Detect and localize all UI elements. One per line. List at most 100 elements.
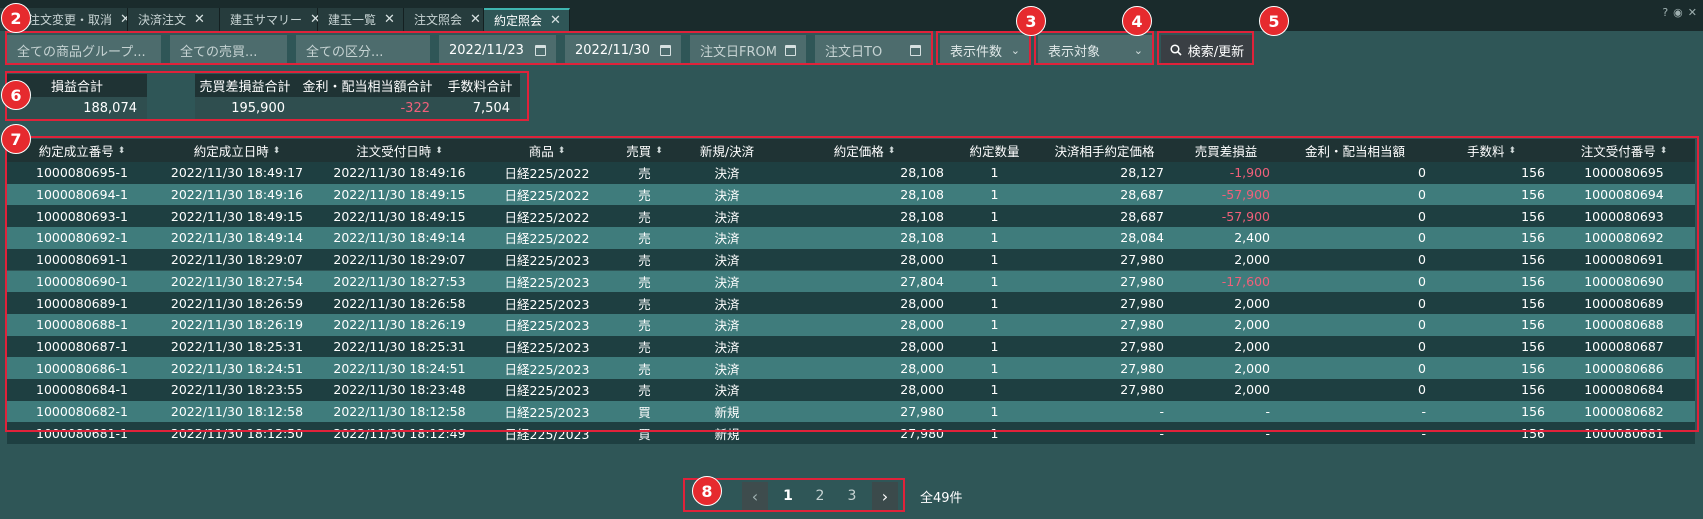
badge-2: 2 <box>1 3 31 33</box>
table-cell: 28,000 <box>900 338 944 354</box>
table-cell: 売 <box>638 166 651 182</box>
search-refresh-button[interactable]: 検索/更新 <box>1161 35 1253 65</box>
page-2[interactable]: 2 <box>810 482 830 510</box>
table-cell: 156 <box>1521 165 1545 181</box>
table-cell: 1 <box>990 404 999 420</box>
table-row[interactable]: 1000080693-1 2022/11/30 18:49:15 2022/11/3… <box>7 205 1695 228</box>
sort-icon[interactable]: ⬍ <box>435 146 443 156</box>
category-select[interactable]: 全ての区分... <box>296 35 430 65</box>
table-row[interactable]: 1000080694-1 2022/11/30 18:49:16 2022/11/3… <box>7 183 1695 206</box>
table-cell: 1000080690-1 <box>36 273 128 289</box>
close-window-icon[interactable]: ✕ <box>1688 6 1697 19</box>
table-row[interactable]: 1000080681-1 2022/11/30 18:12:50 2022/11/3… <box>7 422 1695 445</box>
order-date-from-input[interactable]: 注文日FROM <box>690 35 806 65</box>
table-cell: 27,980 <box>1120 382 1164 398</box>
table-cell: 0 <box>1418 295 1426 311</box>
calendar-icon[interactable] <box>785 44 796 56</box>
date-from-input[interactable]: 2022/11/23 <box>439 35 556 65</box>
table-cell: 日経225/2022 <box>504 209 590 225</box>
table-cell: 2022/11/30 18:25:31 <box>170 338 304 354</box>
column-header[interactable]: 手数料 ⬍ <box>1430 139 1553 162</box>
table-cell: 2022/11/30 18:49:14 <box>170 230 304 246</box>
table-cell: 決済 <box>714 231 740 247</box>
column-header[interactable]: 約定価格 ⬍ <box>777 139 952 162</box>
table-cell: 2,000 <box>1234 295 1270 311</box>
table-cell: 決済 <box>714 253 740 269</box>
calendar-icon[interactable] <box>910 44 921 56</box>
tab-2[interactable]: 建玉サマリー ✕ <box>220 8 321 31</box>
calendar-icon[interactable] <box>660 44 671 56</box>
table-row[interactable]: 1000080682-1 2022/11/30 18:12:58 2022/11/3… <box>7 400 1695 423</box>
eye-icon[interactable]: ◉ <box>1673 6 1683 19</box>
table-cell: 2022/11/30 18:49:16 <box>170 187 304 203</box>
sort-icon[interactable]: ⬍ <box>1508 146 1516 156</box>
column-header[interactable]: 売買 ⬍ <box>612 139 677 162</box>
table-row[interactable]: 1000080686-1 2022/11/30 18:24:51 2022/11/3… <box>7 357 1695 379</box>
page-1[interactable]: 1 <box>778 482 798 510</box>
tab-3[interactable]: 建玉一覧 ✕ <box>318 8 404 31</box>
tab-label: 決済注文 <box>138 13 187 27</box>
date-from-value: 2022/11/23 <box>449 42 524 58</box>
table-cell: 1 <box>990 165 999 181</box>
close-icon[interactable]: ✕ <box>120 12 127 27</box>
table-row[interactable]: 1000080688-1 2022/11/30 18:26:19 2022/11/3… <box>7 313 1695 336</box>
tab-label: 建玉一覧 <box>328 13 377 27</box>
date-to-value: 2022/11/30 <box>575 42 650 58</box>
table-row[interactable]: 1000080695-1 2022/11/30 18:49:17 2022/11/3… <box>7 162 1695 184</box>
calendar-icon[interactable] <box>535 44 546 56</box>
close-icon[interactable]: ✕ <box>384 12 395 27</box>
table-cell: 156 <box>1521 360 1545 376</box>
table-cell: 2022/11/30 18:23:48 <box>333 382 466 398</box>
table-cell: 0 <box>1418 360 1426 376</box>
table-cell: 2022/11/30 18:25:31 <box>333 338 466 354</box>
column-header[interactable]: 約定成立日時 ⬍ <box>157 139 317 162</box>
page-3[interactable]: 3 <box>842 482 862 510</box>
sort-icon[interactable]: ⬍ <box>888 146 896 156</box>
close-icon[interactable]: ✕ <box>470 12 481 27</box>
tab-5[interactable]: 約定照会 ✕ <box>484 8 570 31</box>
table-cell: 売 <box>638 339 651 355</box>
table-row[interactable]: 1000080690-1 2022/11/30 18:27:54 2022/11/3… <box>7 270 1695 293</box>
table-cell: 28,000 <box>900 295 944 311</box>
table-cell: 1000080688 <box>1584 317 1664 333</box>
sort-icon[interactable]: ⬍ <box>558 146 566 156</box>
sort-icon[interactable]: ⬍ <box>273 146 281 156</box>
table-row[interactable]: 1000080684-1 2022/11/30 18:23:55 2022/11/3… <box>7 379 1695 401</box>
table-row[interactable]: 1000080689-1 2022/11/30 18:26:59 2022/11/3… <box>7 292 1695 314</box>
column-header[interactable]: 注文受付番号 ⬍ <box>1553 139 1695 162</box>
next-page-button[interactable]: › <box>872 482 898 510</box>
column-header[interactable]: 商品 ⬍ <box>482 139 612 162</box>
sort-icon[interactable]: ⬍ <box>655 146 663 156</box>
table-cell: 156 <box>1521 252 1545 268</box>
table-cell: 1000080693-1 <box>36 208 128 224</box>
table-cell: 2022/11/30 18:49:15 <box>333 208 466 224</box>
sort-icon[interactable]: ⬍ <box>118 146 126 156</box>
date-to-input[interactable]: 2022/11/30 <box>565 35 681 65</box>
tab-1[interactable]: 決済注文 ✕ <box>128 8 220 31</box>
close-icon[interactable]: ✕ <box>194 12 205 27</box>
table-cell: 売 <box>638 383 651 399</box>
table-cell: 1 <box>990 230 999 246</box>
table-cell: 27,980 <box>1120 273 1164 289</box>
help-icon[interactable]: ? <box>1662 6 1668 19</box>
interest-value: -322 <box>295 97 440 120</box>
display-count-dropdown[interactable]: 表示件数 ⌄ <box>940 35 1030 65</box>
table-cell: 2022/11/30 18:49:14 <box>333 230 466 246</box>
column-header[interactable]: 注文受付日時 ⬍ <box>317 139 482 162</box>
tab-4[interactable]: 注文照会 ✕ <box>404 8 484 31</box>
prev-page-button[interactable]: ‹ <box>742 482 768 510</box>
trade-pl-value: 195,900 <box>195 97 295 120</box>
table-cell: 0 <box>1418 338 1426 354</box>
close-icon[interactable]: ✕ <box>550 13 561 28</box>
table-cell: 1000080690 <box>1584 273 1664 289</box>
sort-icon[interactable]: ⬍ <box>1660 146 1668 156</box>
table-row[interactable]: 1000080692-1 2022/11/30 18:49:14 2022/11/3… <box>7 227 1695 249</box>
product-group-select[interactable]: 全ての商品グループ... <box>7 35 161 65</box>
table-row[interactable]: 1000080691-1 2022/11/30 18:29:07 2022/11/3… <box>7 248 1695 271</box>
table-cell: 1000080695 <box>1584 165 1664 181</box>
buy-sell-select[interactable]: 全ての売買... <box>170 35 287 65</box>
display-target-dropdown[interactable]: 表示対象 ⌄ <box>1038 35 1153 65</box>
order-date-from-placeholder: 注文日FROM <box>700 44 777 60</box>
order-date-to-input[interactable]: 注文日TO <box>815 35 931 65</box>
table-row[interactable]: 1000080687-1 2022/11/30 18:25:31 2022/11/3… <box>7 335 1695 358</box>
